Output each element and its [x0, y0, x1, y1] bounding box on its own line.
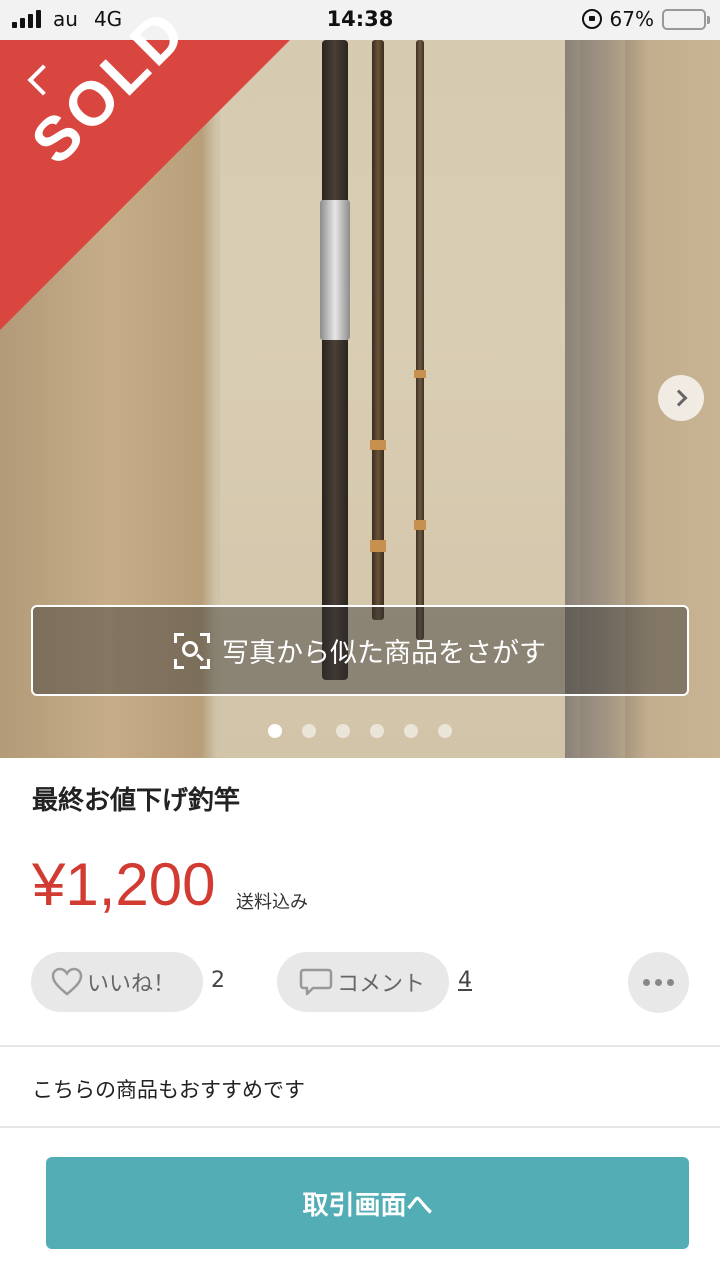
photo-rod-butt	[322, 40, 348, 680]
photo-rod-mid	[372, 40, 384, 620]
like-count: 2	[211, 968, 225, 993]
carousel-dot[interactable]	[336, 724, 350, 738]
photo-rod-wrap	[414, 520, 426, 530]
search-similar-button[interactable]: 写真から似た商品をさがす	[31, 605, 689, 696]
photo-rod-wrap	[370, 540, 386, 552]
photo-rod-wrap	[414, 370, 426, 378]
more-dots-icon	[643, 979, 650, 986]
recommend-heading[interactable]: こちらの商品もおすすめです	[32, 1074, 305, 1104]
go-to-transaction-button[interactable]: 取引画面へ	[46, 1157, 689, 1249]
carrier-label: au	[53, 7, 78, 31]
divider	[0, 1045, 720, 1047]
search-similar-label: 写真から似た商品をさがす	[222, 638, 546, 669]
rotation-lock-icon	[581, 9, 602, 29]
photo-rod-tip	[416, 40, 424, 640]
carousel-dot[interactable]	[302, 724, 316, 738]
back-button[interactable]	[14, 52, 62, 108]
item-title: 最終お値下げ釣竿	[32, 786, 241, 816]
status-right: 67%	[581, 7, 710, 31]
carousel-dot[interactable]	[404, 724, 418, 738]
speech-bubble-icon	[299, 968, 333, 996]
image-search-icon	[174, 632, 210, 669]
chevron-right-icon	[670, 389, 687, 407]
status-bar: au 4G 14:38 67%	[0, 0, 720, 40]
comment-button[interactable]: コメント	[277, 952, 449, 1012]
battery-percent: 67%	[609, 7, 654, 31]
like-label: いいね！	[87, 972, 176, 997]
status-left: au 4G	[12, 7, 122, 31]
divider	[0, 1126, 720, 1128]
like-button[interactable]: いいね！	[31, 952, 203, 1012]
chevron-left-icon	[27, 64, 59, 96]
battery-icon	[662, 8, 710, 30]
photo-rod-handle	[320, 200, 350, 340]
carousel-dot[interactable]	[370, 724, 384, 738]
carousel-dot[interactable]	[268, 724, 282, 738]
signal-icon	[12, 10, 41, 28]
heart-icon	[51, 967, 83, 996]
carousel-dot[interactable]	[438, 724, 452, 738]
photo-rod-wrap	[370, 440, 386, 450]
comment-label: コメント	[337, 972, 426, 997]
item-price: ¥1,200	[32, 851, 216, 918]
shipping-note: 送料込み	[236, 892, 308, 913]
carousel-dots[interactable]	[0, 724, 720, 738]
comment-count[interactable]: 4	[458, 968, 472, 993]
next-photo-button[interactable]	[658, 375, 704, 421]
more-options-button[interactable]	[628, 952, 689, 1013]
